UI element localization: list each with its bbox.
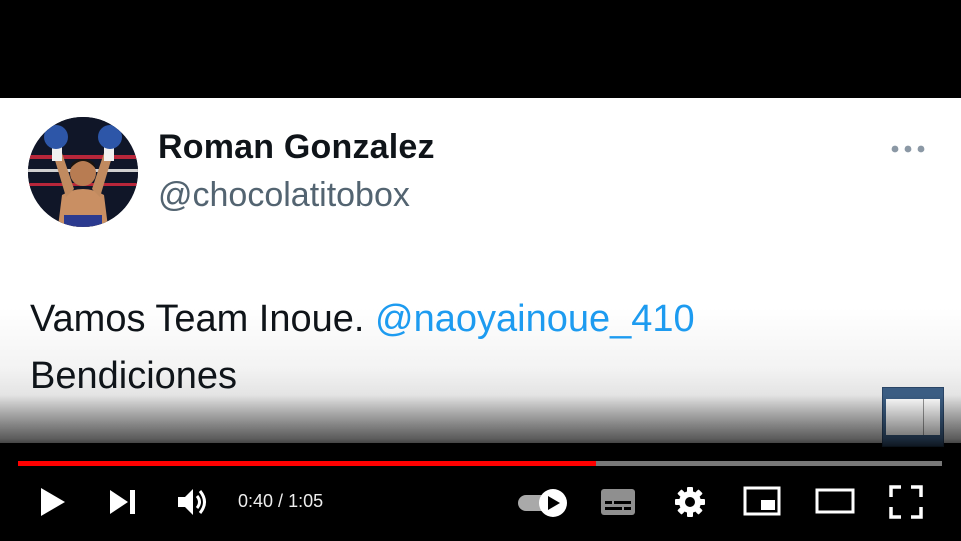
- progress-bar[interactable]: [18, 461, 942, 466]
- controls-gradient: [0, 395, 961, 541]
- video-player[interactable]: Roman Gonzalez @chocolatitobox Vamos Tea…: [0, 0, 961, 541]
- author-name[interactable]: Roman Gonzalez: [158, 128, 435, 167]
- tweet-card: Roman Gonzalez @chocolatitobox Vamos Tea…: [0, 98, 961, 443]
- more-horizontal-icon[interactable]: [888, 142, 928, 156]
- miniplayer-icon[interactable]: [743, 486, 781, 516]
- tweet-line-1: Vamos Team Inoue. @naoyainoue_410: [30, 291, 695, 348]
- progress-played: [18, 461, 596, 466]
- theater-mode-icon[interactable]: [815, 488, 855, 514]
- volume-icon[interactable]: [176, 486, 212, 518]
- time-display: 0:40 / 1:05: [238, 491, 323, 512]
- author-handle[interactable]: @chocolatitobox: [158, 176, 410, 215]
- play-icon[interactable]: [38, 486, 68, 518]
- settings-icon[interactable]: [673, 485, 707, 519]
- tweet-text-part: Vamos Team Inoue.: [30, 298, 365, 340]
- current-time: 0:40: [238, 491, 274, 511]
- fullscreen-icon[interactable]: [889, 485, 923, 519]
- time-separator: /: [273, 491, 289, 511]
- duration: 1:05: [288, 491, 324, 511]
- subtitles-icon[interactable]: [600, 488, 636, 516]
- boxer-photo-icon: [28, 117, 138, 227]
- tweet-text: Vamos Team Inoue. @naoyainoue_410 Bendic…: [30, 291, 695, 405]
- autoplay-toggle-icon[interactable]: [516, 488, 570, 518]
- avatar: [28, 117, 138, 227]
- next-icon[interactable]: [108, 488, 138, 516]
- mention-link[interactable]: @naoyainoue_410: [375, 298, 695, 340]
